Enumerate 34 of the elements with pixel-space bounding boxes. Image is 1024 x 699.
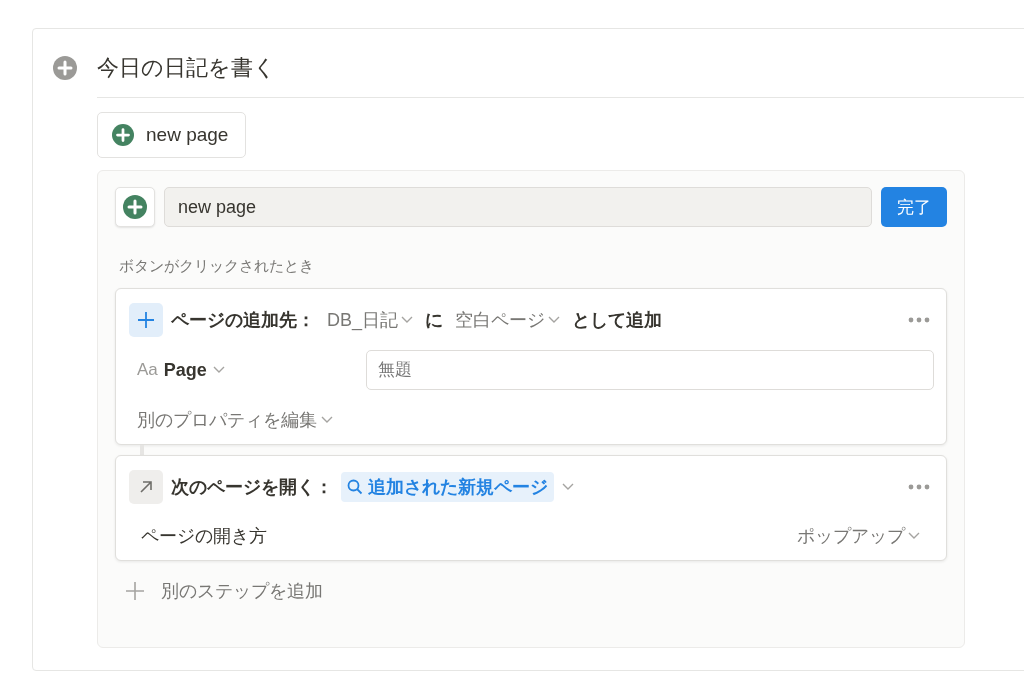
- trigger-label: ボタンがクリックされたとき: [119, 257, 315, 276]
- option-label: ページの開き方: [141, 525, 267, 548]
- property-input-field[interactable]: 無題: [366, 350, 934, 390]
- more-icon[interactable]: [908, 317, 930, 323]
- icon-picker-button[interactable]: [115, 187, 155, 227]
- plus-circle-icon: [112, 124, 134, 146]
- step-label: ページの追加先：: [171, 309, 315, 332]
- database-select[interactable]: DB_日記: [323, 308, 417, 332]
- plus-circle-icon: [123, 195, 147, 219]
- step-label: 次のページを開く：: [171, 476, 333, 499]
- new-page-button[interactable]: new page: [97, 112, 247, 158]
- more-icon[interactable]: [908, 484, 930, 490]
- button-name-input-field[interactable]: new page: [164, 187, 872, 227]
- chevron-down-icon: [562, 483, 574, 491]
- target-page-chip[interactable]: 追加された新規ページ: [341, 472, 554, 502]
- edit-properties-button[interactable]: 別のプロパティを編集: [129, 408, 341, 432]
- add-step-button[interactable]: 別のステップを追加: [115, 579, 333, 603]
- chevron-down-icon: [321, 416, 333, 424]
- block-title: 今日の日記を書く: [97, 54, 276, 82]
- chevron-down-icon: [908, 532, 920, 540]
- plus-icon: [125, 581, 145, 601]
- plus-circle-icon: [53, 56, 77, 80]
- template-select[interactable]: 空白ページ: [451, 308, 564, 332]
- open-mode-select[interactable]: ポップアップ: [793, 524, 924, 548]
- step-connector-text: に: [425, 309, 443, 332]
- step-suffix-text: として追加: [572, 309, 662, 332]
- chevron-down-icon: [212, 366, 225, 374]
- property-select[interactable]: Aa Page: [129, 359, 366, 381]
- chevron-down-icon: [548, 316, 560, 324]
- chevron-down-icon: [401, 316, 413, 324]
- done-button[interactable]: 完了: [881, 187, 947, 227]
- plus-icon: [129, 303, 163, 337]
- arrow-up-right-icon: [129, 470, 163, 504]
- search-icon: [347, 479, 363, 495]
